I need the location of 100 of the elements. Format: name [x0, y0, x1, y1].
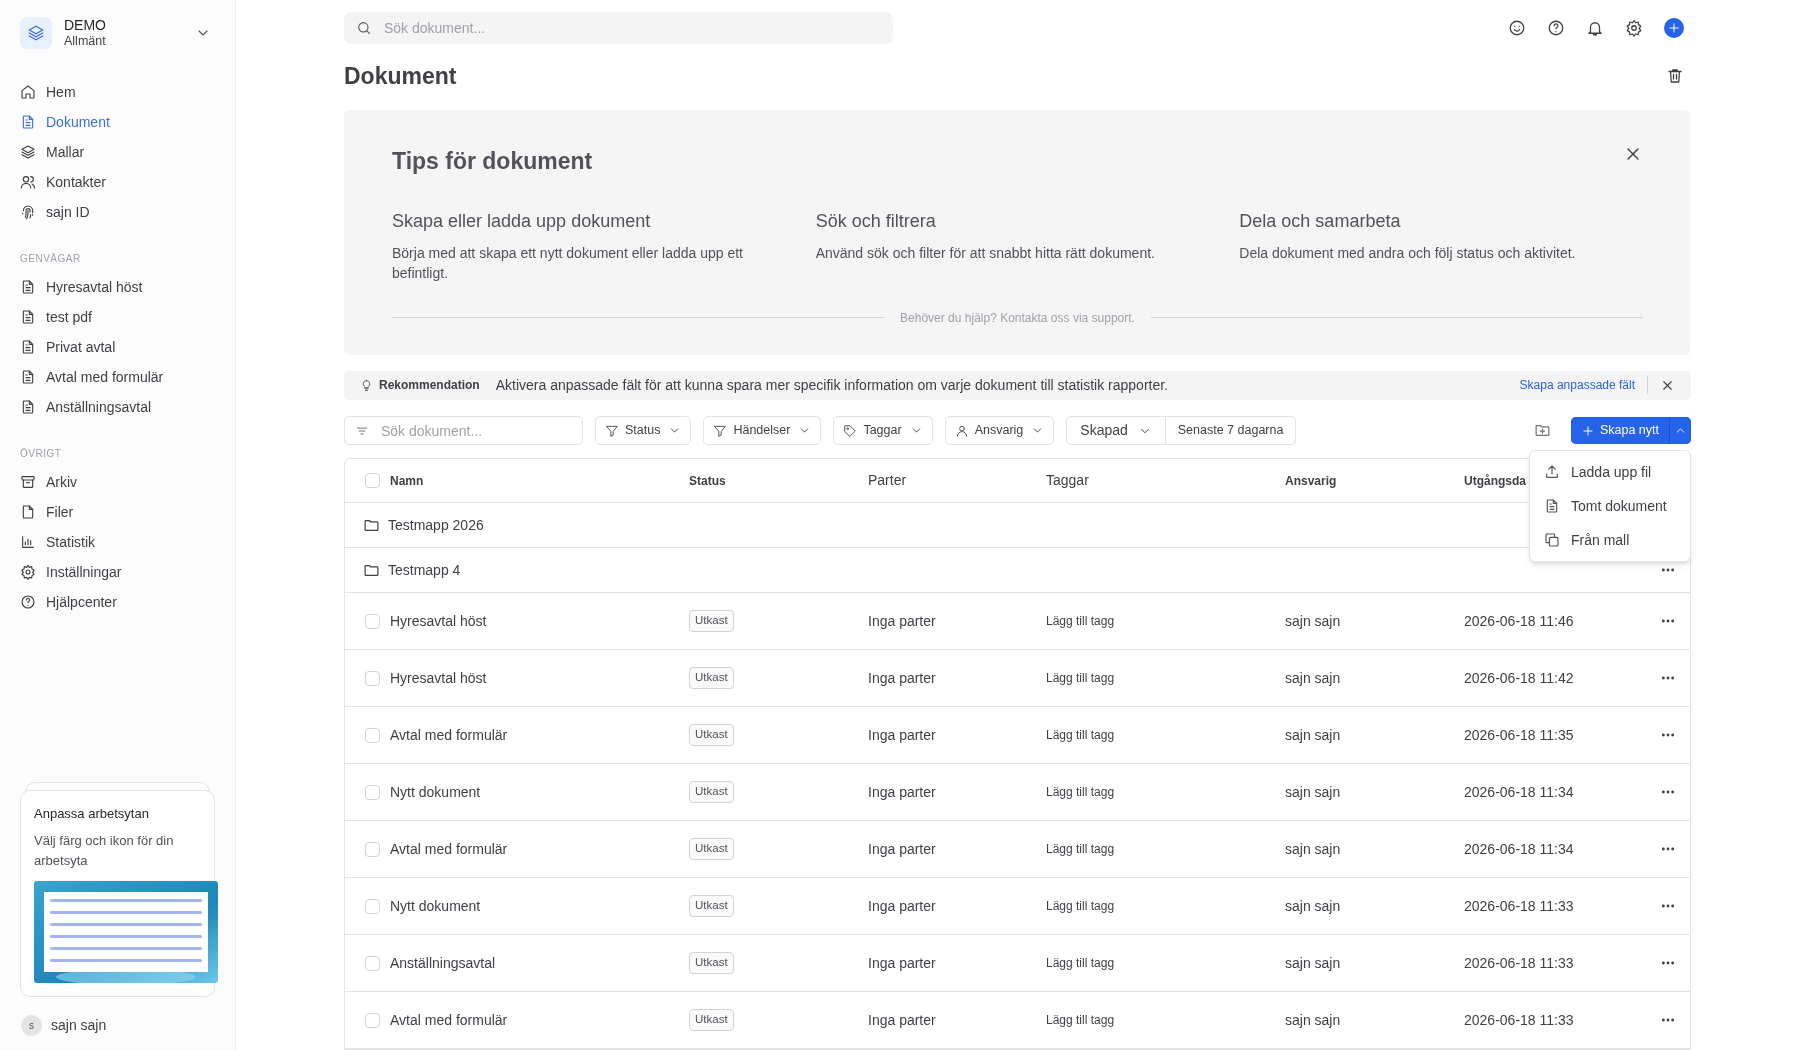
settings-button[interactable]	[1625, 19, 1643, 37]
add-tag-link[interactable]: Lägg till tagg	[1046, 897, 1115, 915]
add-tag-link[interactable]: Lägg till tagg	[1046, 783, 1115, 801]
select-all-checkbox[interactable]	[365, 473, 380, 488]
sidebar-item[interactable]: Inställningar	[20, 557, 215, 587]
create-fields-link[interactable]: Skapa anpassade fält	[1519, 376, 1648, 395]
row-checkbox[interactable]	[365, 898, 380, 914]
sidebar-item[interactable]: Hem	[20, 77, 215, 107]
owner-text: sajn sajn	[1285, 839, 1342, 859]
filter-button[interactable]: Ansvarig	[944, 416, 1055, 445]
filter-button[interactable]: Taggar	[833, 416, 933, 445]
row-checkbox[interactable]	[365, 670, 380, 686]
filter-button[interactable]: Händelser	[703, 416, 822, 445]
add-tag-link[interactable]: Lägg till tagg	[1046, 954, 1115, 972]
section-heading: GENVÄGAR	[20, 252, 82, 266]
sidebar-item[interactable]: Dokument	[20, 107, 215, 137]
search-icon	[356, 20, 372, 36]
document-name[interactable]: Avtal med formulär	[390, 724, 508, 746]
notifications-button[interactable]	[1586, 19, 1604, 37]
row-checkbox[interactable]	[365, 727, 380, 743]
document-name[interactable]: Nytt dokument	[390, 895, 481, 917]
sidebar-item[interactable]: Privat avtal	[20, 332, 215, 362]
fingerprint-icon	[20, 204, 36, 220]
sidebar-item[interactable]: Arkiv	[20, 467, 215, 497]
parties-text: Inga parter	[868, 953, 937, 973]
row-checkbox[interactable]	[365, 841, 380, 857]
row-checkbox[interactable]	[365, 955, 380, 971]
column-header[interactable]: Taggar	[1046, 470, 1089, 491]
document-name[interactable]: Nytt dokument	[390, 781, 481, 803]
sidebar-item[interactable]: Hjälpcenter	[20, 587, 215, 617]
sidebar-item[interactable]: Avtal med formulär	[20, 362, 215, 392]
help-button[interactable]	[1547, 19, 1565, 37]
parties-text: Inga parter	[868, 1010, 937, 1030]
sidebar-item[interactable]: Statistik	[20, 527, 215, 557]
sidebar-item[interactable]: Mallar	[20, 137, 215, 167]
folder-name[interactable]: Testmapp 4	[388, 559, 461, 581]
file-icon	[20, 504, 36, 520]
recommendation-label: Rekommendation	[379, 377, 480, 395]
add-tag-link[interactable]: Lägg till tagg	[1046, 612, 1115, 630]
date-text: 2026-06-18 11:33	[1464, 1010, 1574, 1030]
new-folder-button[interactable]	[1533, 422, 1551, 439]
row-checkbox[interactable]	[365, 1012, 380, 1028]
sidebar-item[interactable]: test pdf	[20, 302, 215, 332]
workspace-subtitle: Allmänt	[64, 33, 107, 49]
settings-icon	[20, 564, 36, 580]
user-name[interactable]: sajn sajn	[51, 1015, 107, 1036]
document-name[interactable]: Anställningsavtal	[390, 952, 496, 974]
create-menu-toggle[interactable]	[1669, 417, 1691, 444]
document-name[interactable]: Hyresavtal höst	[390, 667, 487, 689]
status-tag: Utkast	[689, 724, 734, 746]
column-header[interactable]: Parter	[868, 470, 907, 491]
smiley-button[interactable]	[1508, 19, 1526, 37]
date-text: 2026-06-18 11:33	[1464, 896, 1574, 916]
sidebar-item[interactable]: sajn ID	[20, 197, 215, 227]
add-button[interactable]	[1664, 18, 1684, 38]
document-name[interactable]: Avtal med formulär	[390, 838, 508, 860]
sidebar-item[interactable]: Filer	[20, 497, 215, 527]
folder-name[interactable]: Testmapp 2026	[388, 514, 484, 536]
date-text: 2026-06-18 11:35	[1464, 725, 1574, 745]
tips-title: Tips för dokument	[392, 147, 593, 176]
sidebar-item[interactable]: Anställningsavtal	[20, 392, 215, 422]
help-icon	[20, 594, 36, 610]
date-range-button[interactable]: Senaste 7 dagarna	[1165, 416, 1297, 445]
owner-text: sajn sajn	[1285, 782, 1342, 802]
parties-text: Inga parter	[868, 611, 937, 631]
owner-text: sajn sajn	[1285, 1010, 1342, 1030]
sidebar-item[interactable]: Hyresavtal höst	[20, 272, 215, 302]
tip-text: Använd sök och filter för att snabbt hitta rätt dokument.	[815, 243, 1156, 263]
document-name[interactable]: Hyresavtal höst	[390, 610, 487, 632]
parties-text: Inga parter	[868, 782, 937, 802]
add-tag-link[interactable]: Lägg till tagg	[1046, 726, 1115, 744]
tip-text: Börja med att skapa ett nytt dokument eller ladda upp ett befintligt.	[392, 243, 744, 283]
menu-item[interactable]: Från mall	[1530, 523, 1690, 557]
column-header[interactable]: Ansvarig	[1285, 471, 1337, 490]
filter-button[interactable]: Status	[595, 416, 692, 445]
status-tag: Utkast	[689, 895, 734, 917]
owner-text: sajn sajn	[1285, 953, 1342, 973]
add-tag-link[interactable]: Lägg till tagg	[1046, 840, 1115, 858]
date-text: 2026-06-18 11:42	[1464, 668, 1574, 688]
column-header[interactable]: Namn	[390, 471, 424, 490]
parties-text: Inga parter	[868, 725, 937, 745]
document-name[interactable]: Avtal med formulär	[390, 1009, 508, 1031]
menu-item[interactable]: Ladda upp fil	[1530, 455, 1690, 489]
add-tag-link[interactable]: Lägg till tagg	[1046, 1011, 1115, 1029]
row-checkbox[interactable]	[365, 784, 380, 800]
add-tag-link[interactable]: Lägg till tagg	[1046, 669, 1115, 687]
layers-icon	[20, 144, 36, 160]
row-checkbox[interactable]	[365, 613, 380, 629]
sidebar-item[interactable]: Kontakter	[20, 167, 215, 197]
menu-item[interactable]: Tomt dokument	[1530, 489, 1690, 523]
card-title: Anpassa arbetsytan	[34, 804, 150, 823]
column-header[interactable]: Status	[689, 471, 726, 490]
search-field[interactable]: Sök dokument...	[344, 12, 893, 44]
owner-text: sajn sajn	[1285, 611, 1342, 631]
tip-text: Dela dokument med andra och följ status och aktivitet.	[1239, 243, 1577, 263]
date-field-dropdown[interactable]: Skapad	[1066, 416, 1166, 445]
filter-search-field[interactable]: Sök dokument...	[344, 416, 583, 445]
column-header[interactable]: Utgångsda	[1464, 471, 1526, 490]
tag-icon	[843, 423, 858, 438]
tip-heading: Dela och samarbeta	[1239, 209, 1402, 233]
